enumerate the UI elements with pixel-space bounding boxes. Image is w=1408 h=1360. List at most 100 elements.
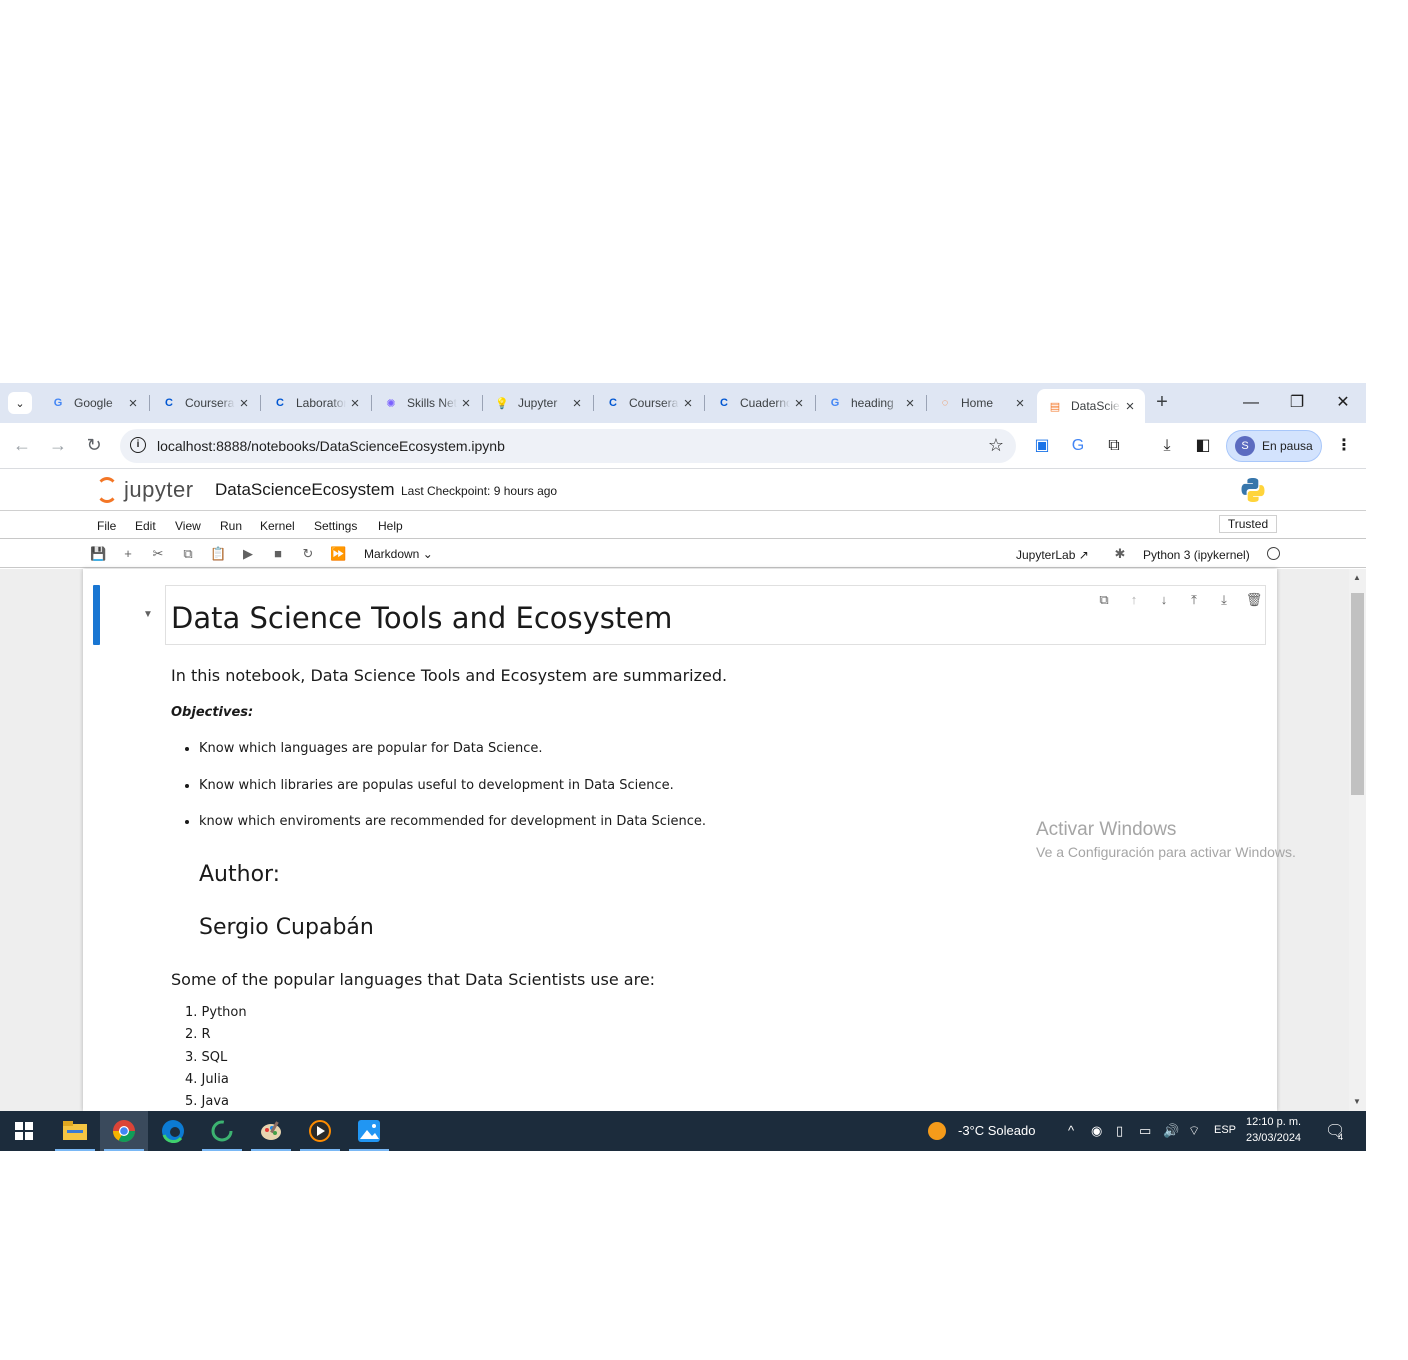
cut-icon[interactable]: ✂ — [150, 546, 166, 562]
photos-icon — [358, 1120, 380, 1142]
menu-item-view[interactable]: View — [175, 519, 201, 533]
collapse-caret-icon[interactable]: ▼ — [143, 609, 153, 620]
extensions-icon[interactable]: ⧉ — [1103, 435, 1125, 457]
browser-tab[interactable]: C Laboratory× — [262, 389, 372, 417]
taskbar-photos[interactable] — [345, 1111, 393, 1151]
scrollbar-thumb[interactable] — [1351, 593, 1364, 795]
close-icon[interactable]: × — [346, 395, 364, 412]
move-down-icon[interactable]: ↓ — [1155, 591, 1173, 609]
insert-below-icon[interactable]: ⤓ — [1215, 591, 1233, 609]
jupyter-logo[interactable]: jupyter — [94, 475, 204, 505]
profile-button[interactable]: S En pausa — [1226, 430, 1322, 462]
browser-tab[interactable]: 💡 Jupyter × — [484, 389, 594, 417]
stop-icon[interactable]: ■ — [270, 546, 286, 562]
close-icon[interactable]: × — [790, 395, 808, 412]
google-translate-icon[interactable]: G — [1067, 435, 1089, 457]
browser-tab[interactable]: C Coursera × — [151, 389, 261, 417]
browser-tab[interactable]: C Coursera × — [595, 389, 705, 417]
tab-search-button[interactable]: ⌄ — [8, 392, 32, 414]
chevron-up-icon[interactable]: ^ — [1068, 1123, 1074, 1138]
chrome-icon — [113, 1120, 135, 1142]
kernel-name[interactable]: Python 3 (ipykernel) — [1143, 548, 1250, 562]
screencast-icon[interactable]: ▣ — [1031, 435, 1053, 457]
start-button[interactable] — [0, 1111, 48, 1151]
objectives-list: Know which languages are popular for Dat… — [199, 741, 706, 851]
clock-date: 23/03/2024 — [1246, 1132, 1302, 1144]
reload-icon[interactable]: ↻ — [82, 435, 106, 456]
volume-icon[interactable]: 🔊 — [1163, 1123, 1179, 1139]
menu-item-run[interactable]: Run — [220, 519, 242, 533]
input-language[interactable]: ESP — [1214, 1124, 1236, 1136]
weather-sun-icon[interactable] — [928, 1122, 946, 1140]
menu-item-edit[interactable]: Edit — [135, 519, 156, 533]
minimize-button[interactable]: — — [1228, 389, 1274, 417]
download-icon[interactable]: ⤓ — [1156, 435, 1178, 457]
insert-above-icon[interactable]: ⤒ — [1185, 591, 1203, 609]
address-bar[interactable]: i localhost:8888/notebooks/DataScienceEc… — [120, 429, 1016, 463]
forward-icon[interactable]: → — [46, 435, 70, 456]
tab-title: DataScienceEcosystem — [1071, 399, 1121, 413]
site-info-icon[interactable]: i — [130, 437, 146, 453]
add-cell-icon[interactable]: + — [120, 546, 136, 562]
browser-tab[interactable]: G Google × — [40, 389, 150, 417]
trusted-indicator[interactable]: Trusted — [1219, 515, 1277, 533]
back-icon[interactable]: ← — [10, 435, 34, 456]
avatar: S — [1235, 436, 1255, 456]
jupyterlab-link[interactable]: JupyterLab ↗ — [1016, 548, 1089, 562]
browser-tab[interactable]: ✺ Skills Network× — [373, 389, 483, 417]
close-icon[interactable]: × — [124, 395, 142, 412]
close-icon[interactable]: × — [568, 395, 586, 412]
taskbar-chrome[interactable] — [100, 1111, 148, 1151]
restore-button[interactable]: ❐ — [1274, 389, 1320, 417]
taskbar-paint[interactable] — [247, 1111, 295, 1151]
duplicate-cell-icon[interactable]: ⧉ — [1095, 591, 1113, 609]
cell-type-select[interactable]: Markdown ⌄ — [364, 547, 433, 561]
taskbar-app-green[interactable] — [198, 1111, 246, 1151]
system-clock[interactable]: 12:10 p. m. 23/03/2024 — [1246, 1114, 1301, 1146]
taskbar-file-explorer[interactable] — [51, 1111, 99, 1151]
weather-text[interactable]: -3°C Soleado — [958, 1123, 1035, 1138]
scroll-up-icon[interactable]: ▲ — [1353, 573, 1361, 582]
browser-tab[interactable]: ◌ Home × — [927, 389, 1035, 417]
debugger-icon[interactable]: ✱ — [1112, 546, 1128, 562]
run-icon[interactable]: ▶ — [240, 546, 256, 562]
delete-cell-icon[interactable]: 🗑 — [1245, 591, 1263, 609]
save-icon[interactable]: 💾 — [90, 546, 106, 562]
menu-item-file[interactable]: File — [97, 519, 116, 533]
objectives-label: Objectives: — [171, 705, 254, 720]
close-icon[interactable]: × — [1011, 395, 1029, 412]
menu-item-kernel[interactable]: Kernel — [260, 519, 295, 533]
move-up-icon[interactable]: ↑ — [1125, 591, 1143, 609]
side-panel-icon[interactable]: ◧ — [1192, 435, 1214, 457]
menu-item-help[interactable]: Help — [378, 519, 403, 533]
close-window-button[interactable]: ✕ — [1320, 389, 1366, 417]
restart-icon[interactable]: ↻ — [300, 546, 316, 562]
wifi-icon[interactable]: ⌔ — [1188, 1123, 1200, 1139]
restart-run-all-icon[interactable]: ⏩ — [330, 546, 346, 562]
browser-tab[interactable]: ▤ DataScienceEcosystem× — [1037, 389, 1145, 423]
coursera-icon: C — [720, 397, 728, 409]
new-tab-button[interactable]: + — [1150, 391, 1174, 415]
close-icon[interactable]: × — [457, 395, 475, 412]
close-icon[interactable]: × — [901, 395, 919, 412]
paste-icon[interactable]: 📋 — [210, 546, 226, 562]
notebook-name[interactable]: DataScienceEcosystem — [215, 480, 395, 500]
record-icon[interactable]: ◉ — [1091, 1123, 1102, 1139]
more-menu-icon[interactable]: ⋮ — [1333, 435, 1355, 457]
watermark-subtitle: Ve a Configuración para activar Windows. — [1036, 844, 1296, 860]
close-icon[interactable]: × — [1121, 398, 1139, 415]
scroll-down-icon[interactable]: ▼ — [1353, 1097, 1361, 1106]
jupyter-bulb-icon: 💡 — [495, 397, 509, 410]
copy-icon[interactable]: ⧉ — [180, 546, 196, 562]
meet-icon[interactable]: ▯ — [1116, 1123, 1123, 1139]
taskbar-media-player[interactable] — [296, 1111, 344, 1151]
taskbar-edge[interactable] — [149, 1111, 197, 1151]
browser-tab[interactable]: C Cuaderno × — [706, 389, 816, 417]
close-icon[interactable]: × — [235, 395, 253, 412]
close-icon[interactable]: × — [679, 395, 697, 412]
battery-icon[interactable]: ▭ — [1139, 1123, 1151, 1139]
menu-item-settings[interactable]: Settings — [314, 519, 357, 533]
url-text[interactable]: localhost:8888/notebooks/DataScienceEcos… — [157, 438, 505, 454]
bookmark-star-icon[interactable]: ☆ — [988, 435, 1004, 456]
browser-tab[interactable]: Gheading × — [817, 389, 927, 417]
